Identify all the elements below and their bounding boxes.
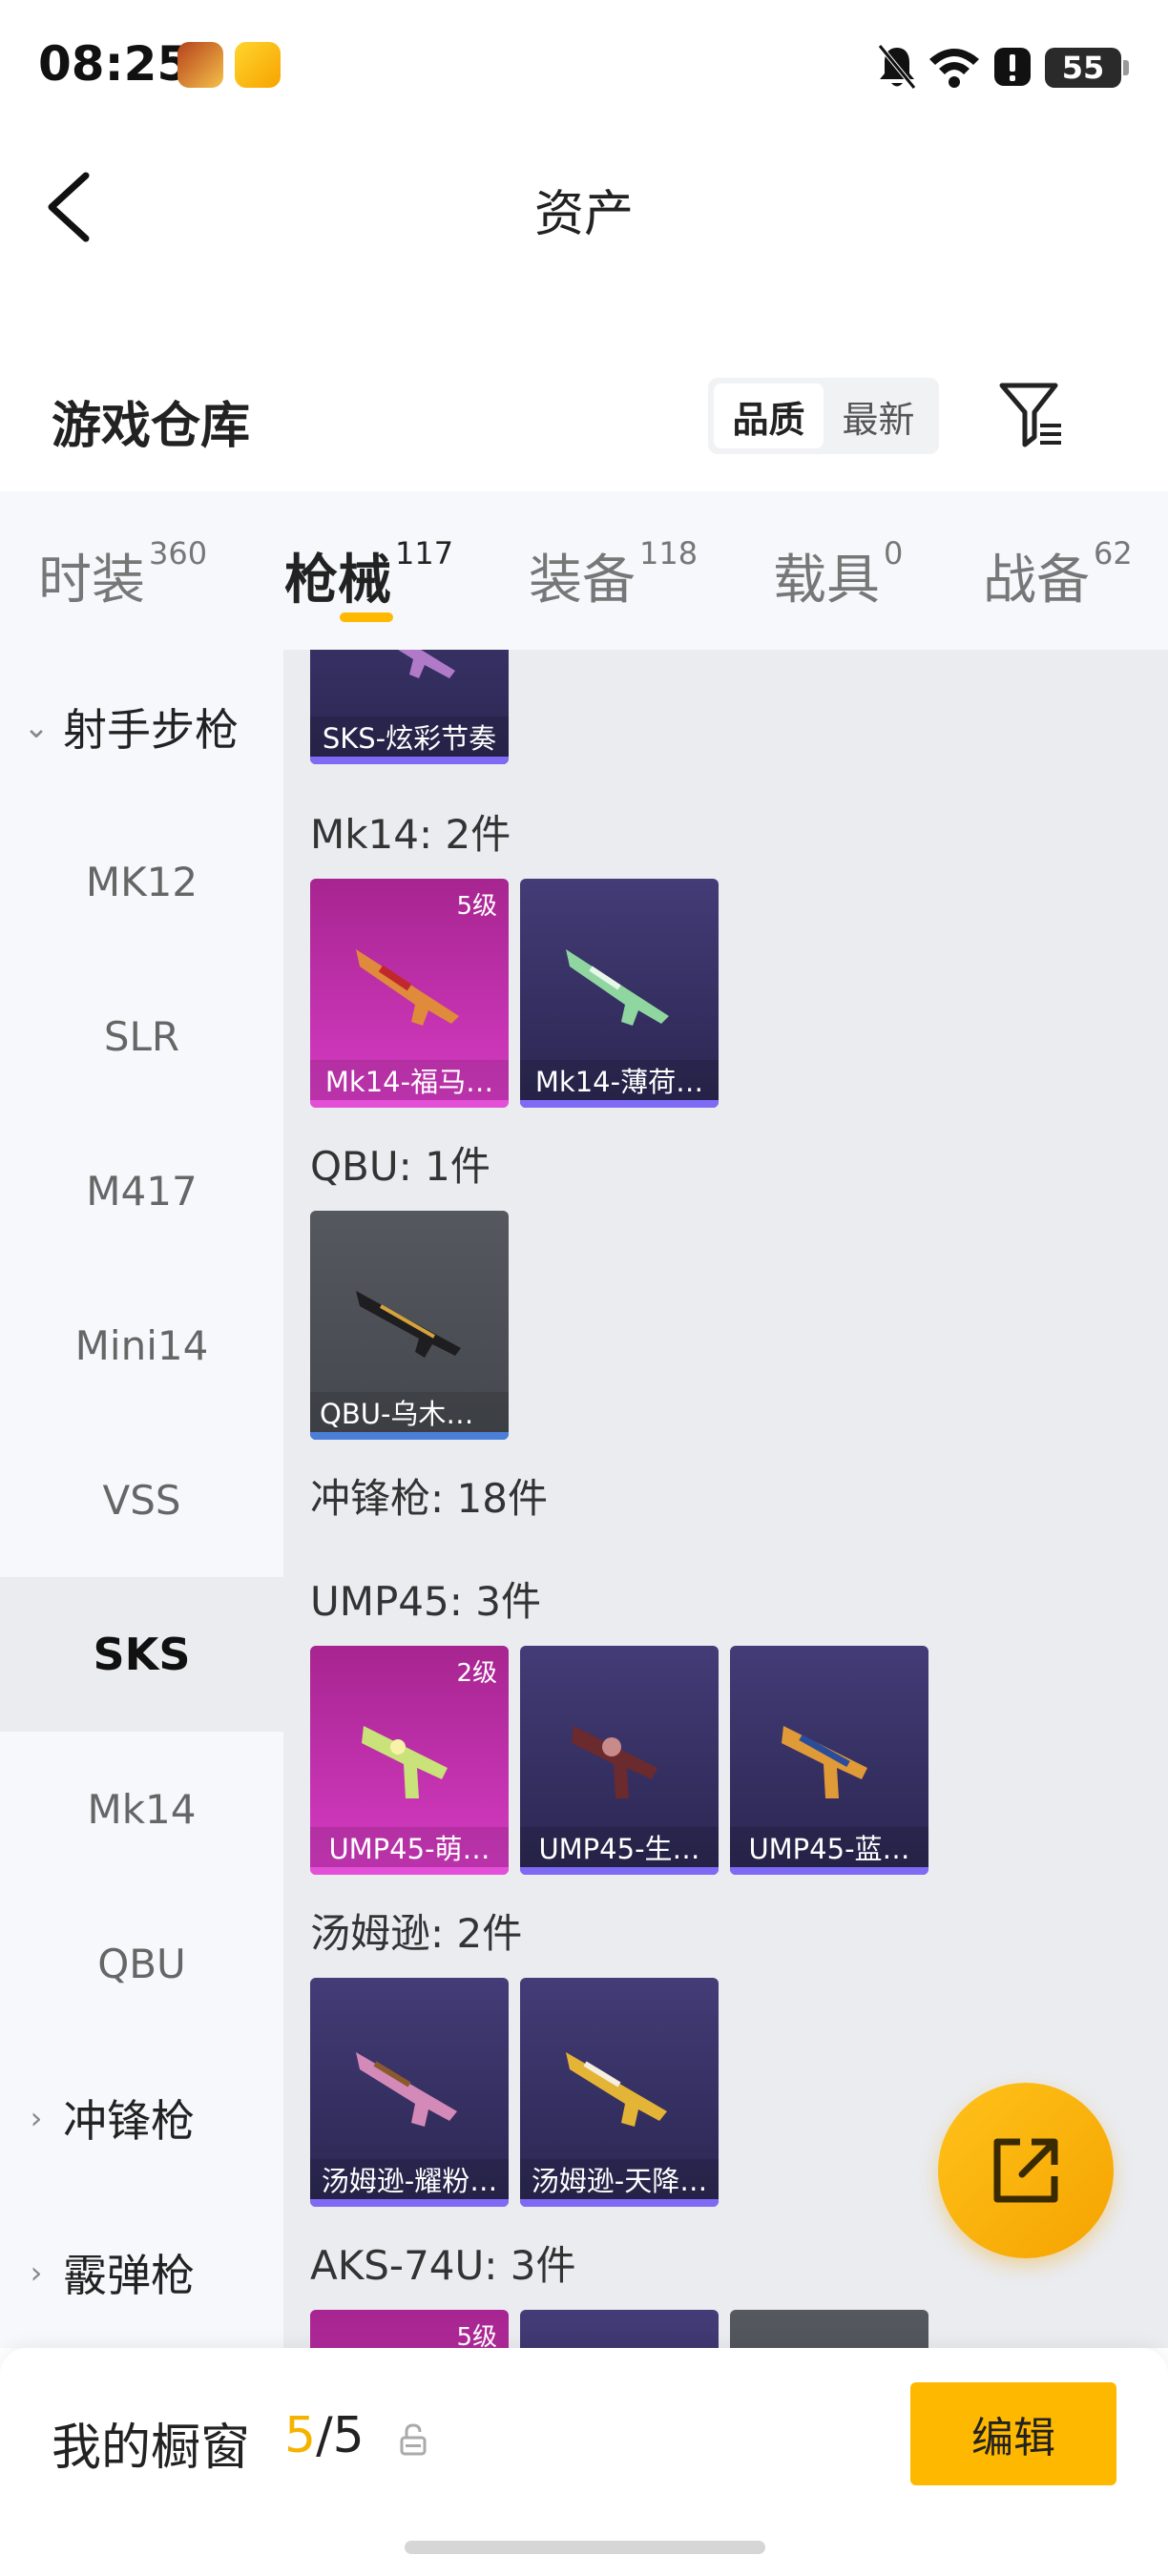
weapon-card-name: 汤姆逊-耀粉… (310, 2159, 509, 2199)
level-badge: 5级 (456, 892, 497, 921)
gun-image (362, 1726, 448, 1798)
home-indicator[interactable] (405, 2541, 765, 2554)
sidebar-item-slr[interactable]: SLR (0, 959, 283, 1113)
active-tab-indicator (340, 613, 393, 622)
chevron-down-icon: ⌄ (23, 709, 50, 745)
rarity-bar (310, 757, 509, 764)
gun-image (356, 1291, 461, 1358)
alert-icon (994, 48, 1031, 86)
showcase-label: 我的橱窗 (52, 2420, 251, 2477)
bell-muted-icon (878, 44, 916, 90)
category-heading: Mk14: 2件 (310, 811, 511, 858)
rarity-bar (520, 1867, 719, 1875)
share-fab-button[interactable] (938, 2083, 1114, 2258)
weapon-card-name: Mk14-福马… (310, 1060, 509, 1100)
weapon-card-name: 汤姆逊-天降… (520, 2159, 719, 2199)
chevron-right-icon: › (30, 2254, 43, 2291)
weapon-card[interactable]: UMP45-蓝… (730, 1646, 928, 1875)
sidebar-item-vss[interactable]: VSS (0, 1423, 283, 1577)
weapon-card[interactable] (520, 2310, 719, 2348)
sidebar-group-shotgun[interactable]: › 霰弹枪 (0, 2195, 283, 2350)
sidebar-item-m417[interactable]: M417 (0, 1113, 283, 1268)
promo-app-icon (235, 42, 281, 88)
category-heading: AKS-74U: 3件 (310, 2242, 576, 2289)
sidebar-item-mini14[interactable]: Mini14 (0, 1268, 283, 1423)
sort-toggle: 品质 最新 (708, 378, 939, 454)
chevron-right-icon: › (30, 2100, 43, 2136)
weapon-sidebar: ⌄ 射手步枪 MK12 SLR M417 Mini14 VSS SKS Mk14 … (0, 650, 283, 2348)
weapon-card-name: QBU-乌木金纹 (310, 1392, 509, 1432)
rarity-bar (310, 1867, 509, 1875)
weapon-card[interactable]: 5级 Mk14-福马… (310, 879, 509, 1108)
weapon-card[interactable]: 汤姆逊-耀粉… (310, 1978, 509, 2207)
weapon-card-name: Mk14-薄荷… (520, 1060, 719, 1100)
gun-image (356, 949, 459, 1026)
battery-icon: 55 (1045, 48, 1129, 88)
rarity-bar (520, 2199, 719, 2207)
edit-button[interactable]: 编辑 (910, 2382, 1116, 2485)
category-heading: UMP45: 3件 (310, 1578, 541, 1625)
category-tabs: 时装 360 枪械 117 装备 118 载具 0 战备 62 (0, 491, 1168, 650)
warehouse-title: 游戏仓库 (52, 398, 251, 455)
sidebar-item-mk14[interactable]: Mk14 (0, 1732, 283, 1886)
weapon-card[interactable]: 5级 (310, 2310, 509, 2348)
sidebar-group-marksman[interactable]: ⌄ 射手步枪 (0, 650, 283, 804)
weapon-card[interactable]: 汤姆逊-天降… (520, 1978, 719, 2207)
share-icon (993, 2138, 1058, 2203)
status-time: 08:25 (38, 36, 191, 92)
category-heading: 冲锋枪: 18件 (310, 1475, 548, 1522)
sidebar-group-smg[interactable]: › 冲锋枪 (0, 2041, 283, 2195)
weapon-card-name: UMP45-萌… (310, 1827, 509, 1867)
game-app-icon (177, 42, 223, 88)
weapon-card[interactable]: Mk14-薄荷… (520, 879, 719, 1108)
sort-newest-option[interactable]: 最新 (824, 384, 933, 448)
page-title: 资产 (533, 186, 634, 243)
status-bar: 08:25 55 (0, 0, 1168, 134)
rarity-bar (310, 1432, 509, 1440)
gun-image (356, 2052, 457, 2127)
sidebar-item-sks[interactable]: SKS (0, 1577, 283, 1732)
lock-icon (400, 2423, 427, 2456)
weapon-card[interactable]: 2级 UMP45-萌… (310, 1646, 509, 1875)
filter-icon[interactable] (998, 380, 1065, 450)
tab-firearms[interactable]: 枪械 117 (284, 535, 453, 614)
weapon-card[interactable]: UMP45-生… (520, 1646, 719, 1875)
sidebar-item-mk12[interactable]: MK12 (0, 804, 283, 959)
tab-fashion[interactable]: 时装 360 (38, 535, 207, 614)
rarity-bar (310, 2199, 509, 2207)
wifi-icon (929, 49, 979, 88)
showcase-bar: 我的橱窗 5/5 编辑 (0, 2348, 1168, 2576)
rarity-bar (520, 1100, 719, 1108)
level-badge: 2级 (456, 1659, 497, 1688)
category-heading: 汤姆逊: 2件 (310, 1910, 523, 1957)
gun-image (566, 2052, 667, 2127)
weapon-card[interactable] (730, 2310, 928, 2348)
rarity-bar (730, 1867, 928, 1875)
category-heading: QBU: 1件 (310, 1143, 490, 1190)
app-root: 08:25 55 资产 游戏仓库 品质 最新 时装 360 枪械 117 装备 … (0, 0, 1168, 2576)
sort-quality-option[interactable]: 品质 (714, 384, 824, 448)
gun-image (566, 949, 669, 1026)
rarity-bar (310, 1100, 509, 1108)
weapon-card-name: UMP45-蓝… (730, 1827, 928, 1867)
weapon-card[interactable]: SKS-炫彩节奏 (310, 650, 509, 764)
showcase-count: 5/5 (284, 2407, 365, 2464)
weapon-card[interactable]: QBU-乌木金纹 (310, 1211, 509, 1440)
level-badge: 5级 (456, 2323, 497, 2348)
sidebar-item-qbu[interactable]: QBU (0, 1886, 283, 2041)
weapon-card-name: UMP45-生… (520, 1827, 719, 1867)
tab-equipment[interactable]: 装备 118 (529, 535, 698, 614)
gun-image (398, 650, 455, 678)
gun-image (572, 1726, 657, 1798)
weapon-card-name: SKS-炫彩节奏 (310, 717, 509, 757)
tab-supplies[interactable]: 战备 62 (983, 535, 1133, 614)
tab-vehicles[interactable]: 载具 0 (773, 535, 903, 614)
gun-image (782, 1726, 867, 1798)
